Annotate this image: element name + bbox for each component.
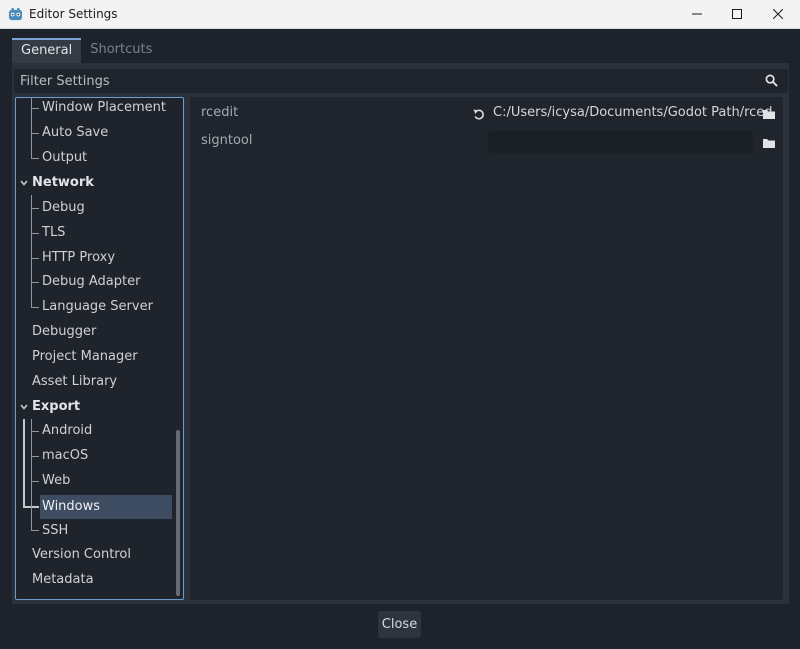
tree-guide-line xyxy=(31,258,39,259)
tree-item-asset-library[interactable]: Asset Library xyxy=(32,370,117,394)
tree-item-debugger[interactable]: Debugger xyxy=(32,320,96,344)
maximize-button[interactable] xyxy=(717,0,757,28)
folder-icon[interactable] xyxy=(762,108,776,120)
tree-item-windows[interactable]: Windows xyxy=(40,495,172,519)
tree-guide-line xyxy=(31,530,39,531)
minimize-button[interactable] xyxy=(677,0,717,28)
tree-item-network[interactable]: Network xyxy=(32,171,94,195)
tree-item-web[interactable]: Web xyxy=(42,469,70,493)
tree-item-debug-adapter[interactable]: Debug Adapter xyxy=(42,270,140,294)
tree-guide-line xyxy=(31,233,39,234)
tree-item-export[interactable]: Export xyxy=(32,395,80,419)
filter-bar xyxy=(14,69,788,93)
property-label-signtool: signtool xyxy=(201,133,253,148)
tree-guide-line xyxy=(31,208,39,209)
tree-guide-line-active xyxy=(23,419,25,507)
settings-section-tree[interactable]: Window Placement Auto Save Output Networ… xyxy=(15,97,184,600)
settings-tabs: General Shortcuts xyxy=(12,38,161,63)
tree-guide-line xyxy=(31,108,39,109)
tree-item-language-server[interactable]: Language Server xyxy=(42,295,153,319)
tree-guide-line xyxy=(31,481,39,482)
minimize-icon xyxy=(692,13,702,15)
property-label-rcedit: rcedit xyxy=(201,105,239,120)
close-button[interactable]: Close xyxy=(378,611,421,638)
tree-guide-line xyxy=(31,282,39,283)
close-icon xyxy=(773,9,783,19)
tree-item-tls[interactable]: TLS xyxy=(42,221,65,245)
chevron-down-icon[interactable] xyxy=(19,178,29,188)
tree-item-http-proxy[interactable]: HTTP Proxy xyxy=(42,246,115,270)
tree-guide-line xyxy=(31,98,32,158)
tree-item-output[interactable]: Output xyxy=(42,146,87,170)
tree-item-project-manager[interactable]: Project Manager xyxy=(32,345,138,369)
godot-app-icon xyxy=(8,7,23,21)
filter-settings-input[interactable] xyxy=(20,69,740,93)
tree-guide-line xyxy=(31,431,39,432)
search-icon[interactable] xyxy=(765,74,778,87)
tree-item-macos[interactable]: macOS xyxy=(42,444,88,468)
tree-guide-line xyxy=(31,133,39,134)
tree-item-window-placement[interactable]: Window Placement xyxy=(42,98,166,120)
tree-guide-line xyxy=(31,456,39,457)
tree-item-version-control[interactable]: Version Control xyxy=(32,543,131,567)
tree-guide-line xyxy=(31,158,39,159)
tree-guide-line xyxy=(31,419,32,531)
tree-scrollbar[interactable] xyxy=(176,430,180,596)
revert-icon[interactable] xyxy=(472,107,486,121)
settings-inspector: rcedit C:/Users/icysa/Documents/Godot Pa… xyxy=(190,97,783,600)
window-titlebar: Editor Settings xyxy=(0,0,800,29)
tree-item-metadata[interactable]: Metadata xyxy=(32,568,94,592)
tree-item-ssh[interactable]: SSH xyxy=(42,519,68,543)
maximize-icon xyxy=(732,9,742,19)
tree-guide-line xyxy=(31,307,39,308)
tab-shortcuts[interactable]: Shortcuts xyxy=(81,38,161,63)
chevron-down-icon[interactable] xyxy=(19,402,29,412)
tree-item-auto-save[interactable]: Auto Save xyxy=(42,121,108,145)
tree-item-android[interactable]: Android xyxy=(42,419,92,443)
folder-icon[interactable] xyxy=(762,137,776,149)
tree-item-debug[interactable]: Debug xyxy=(42,196,85,220)
window-title: Editor Settings xyxy=(29,7,118,21)
tree-guide-line xyxy=(31,195,32,307)
property-value-rcedit[interactable]: C:/Users/icysa/Documents/Godot Path/rced xyxy=(493,105,773,120)
tab-general[interactable]: General xyxy=(12,38,82,63)
property-value-signtool[interactable] xyxy=(488,131,753,153)
close-window-button[interactable] xyxy=(758,0,798,28)
